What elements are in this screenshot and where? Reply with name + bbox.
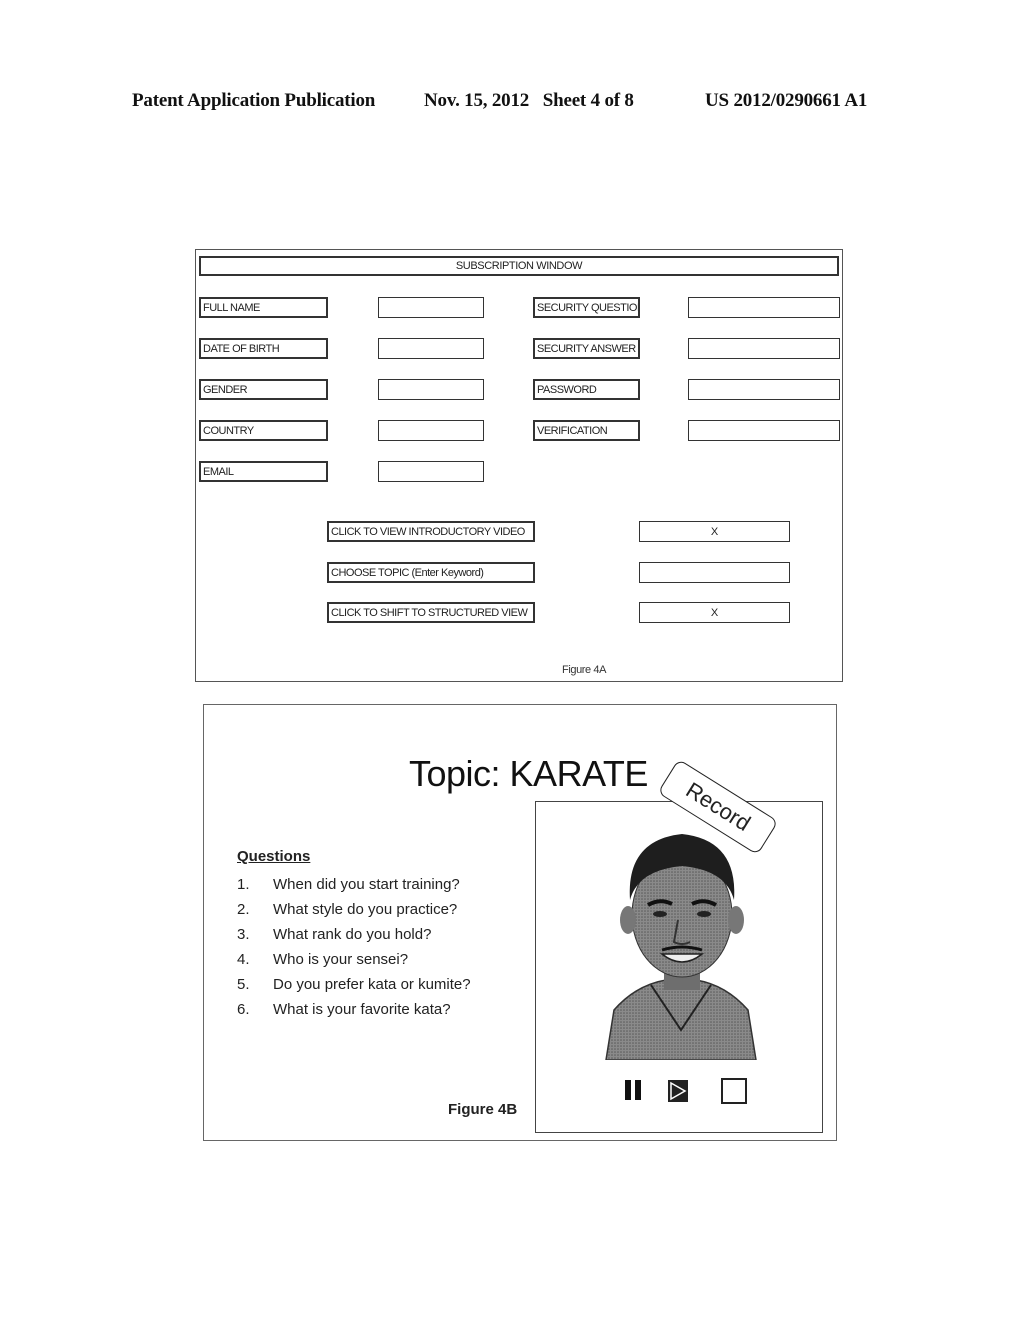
list-item: 1. When did you start training? (237, 876, 460, 893)
full-name-field[interactable] (378, 297, 484, 318)
full-name-label: FULL NAME (199, 297, 328, 318)
video-panel (535, 801, 823, 1133)
stop-button[interactable] (721, 1078, 747, 1104)
pause-icon (625, 1080, 631, 1100)
play-icon (670, 1081, 687, 1101)
country-field[interactable] (378, 420, 484, 441)
view-introductory-video-button[interactable]: CLICK TO VIEW INTRODUCTORY VIDEO (327, 521, 535, 542)
gender-label: GENDER (199, 379, 328, 400)
person-portrait-icon (605, 834, 757, 1060)
security-answer-field[interactable] (688, 338, 840, 359)
figure-4a-caption: Figure 4A (562, 664, 607, 676)
list-item: 5. Do you prefer kata or kumite? (237, 976, 471, 993)
play-button[interactable] (668, 1080, 688, 1102)
publication-number: US 2012/0290661 A1 (705, 90, 868, 111)
introductory-video-checkbox[interactable]: X (639, 521, 790, 542)
topic-title: Topic: KARATE (409, 753, 648, 794)
password-field[interactable] (688, 379, 840, 400)
date-of-birth-field[interactable] (378, 338, 484, 359)
questions-list: 1. When did you start training? 2. What st… (237, 872, 471, 1022)
topic-recording-window: Topic: KARATE Questions 1. When did you s… (203, 704, 837, 1141)
list-item: 6. What is your favorite kata? (237, 1001, 451, 1018)
publication-date-sheet: Nov. 15, 2012 Sheet 4 of 8 (424, 90, 634, 111)
topic-keyword-field[interactable] (639, 562, 790, 583)
email-label: EMAIL (199, 461, 328, 482)
subscription-window: SUBSCRIPTION WINDOW FULL NAME DATE OF BI… (195, 249, 843, 682)
list-item: 3. What rank do you hold? (237, 926, 432, 943)
pause-button[interactable] (625, 1080, 643, 1100)
publication-type: Patent Application Publication (132, 90, 376, 111)
date-of-birth-label: DATE OF BIRTH (199, 338, 328, 359)
list-item: 4. Who is your sensei? (237, 951, 409, 968)
security-question-label: SECURITY QUESTION (533, 297, 640, 318)
country-label: COUNTRY (199, 420, 328, 441)
choose-topic-label: CHOOSE TOPIC (Enter Keyword) (327, 562, 535, 583)
gender-field[interactable] (378, 379, 484, 400)
subscription-window-title: SUBSCRIPTION WINDOW (199, 256, 839, 276)
verification-label: VERIFICATION (533, 420, 640, 441)
password-label: PASSWORD (533, 379, 640, 400)
figure-4b-caption: Figure 4B (448, 1101, 518, 1118)
shift-to-structured-view-button[interactable]: CLICK TO SHIFT TO STRUCTURED VIEW (327, 602, 535, 623)
list-item: 2. What style do you practice? (237, 901, 458, 918)
verification-field[interactable] (688, 420, 840, 441)
security-question-field[interactable] (688, 297, 840, 318)
email-field[interactable] (378, 461, 484, 482)
questions-heading: Questions (237, 848, 311, 865)
security-answer-label: SECURITY ANSWER (533, 338, 640, 359)
structured-view-checkbox[interactable]: X (639, 602, 790, 623)
